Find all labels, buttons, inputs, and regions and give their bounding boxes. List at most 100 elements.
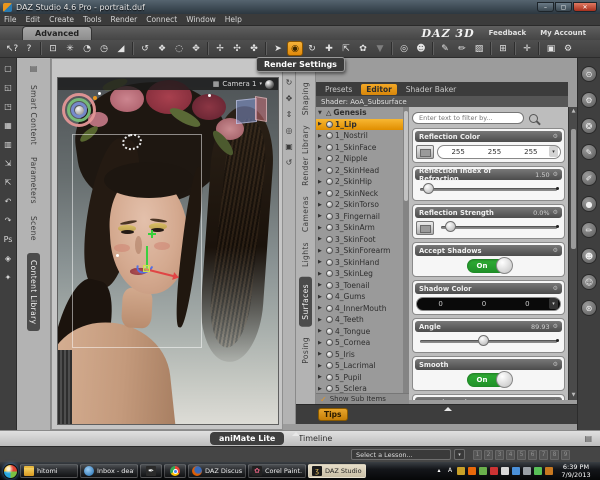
save-as-icon[interactable]: ▥ xyxy=(4,140,12,150)
content-gears-icon[interactable]: ❂ xyxy=(581,118,597,134)
lesson-2[interactable]: 2 xyxy=(484,449,493,460)
panel-options-icon[interactable]: ▤ xyxy=(584,434,592,443)
primitive-icon[interactable]: ◈ xyxy=(5,254,11,264)
tree-item-3-toenail[interactable]: ▶ 3_Toenail xyxy=(316,280,403,292)
taskbar-clock[interactable]: 6:39 PM 7/9/2013 xyxy=(555,463,597,479)
orbit-view-icon[interactable]: ↻ xyxy=(286,78,293,87)
tray-icon-8[interactable] xyxy=(512,467,520,475)
taskbar-firefox[interactable]: DAZ Discus... xyxy=(188,464,246,478)
tree-item-4-tongue[interactable]: ▶ 4_Tongue xyxy=(316,326,403,338)
undo-icon[interactable]: ↶ xyxy=(5,197,12,207)
paint-dab-icon[interactable]: ● xyxy=(581,196,597,212)
translate-tool-icon[interactable]: ✚ xyxy=(321,41,337,56)
taskbar-quill[interactable]: ✒ xyxy=(140,464,162,478)
prop-header[interactable]: Accept Shadows ⚙ xyxy=(415,245,562,256)
surfaces-tab-editor[interactable]: Editor xyxy=(361,83,397,95)
node-list-icon[interactable]: ✢ xyxy=(212,41,228,56)
node-plus-icon[interactable]: ✤ xyxy=(246,41,262,56)
slider-thumb[interactable] xyxy=(478,335,490,346)
whats-this-icon[interactable]: ? xyxy=(21,41,37,56)
tree-item-1-lip[interactable]: ▶ 1_Lip xyxy=(316,118,403,130)
menu-help[interactable]: Help xyxy=(225,15,242,24)
lesson-3[interactable]: 3 xyxy=(495,449,504,460)
hand-select-icon[interactable]: ✥ xyxy=(188,41,204,56)
dock-tab-content-library[interactable]: Content Library xyxy=(27,252,40,332)
menu-connect[interactable]: Connect xyxy=(146,15,177,24)
menu-create[interactable]: Create xyxy=(49,15,74,24)
lesson-8[interactable]: 8 xyxy=(550,449,559,460)
edit-note-icon[interactable]: ✎ xyxy=(581,144,597,160)
start-button[interactable] xyxy=(3,463,18,479)
aux-viewport-icon[interactable]: ◔ xyxy=(79,41,95,56)
node-cube-icon[interactable]: ❖ xyxy=(154,41,170,56)
view-tool-icon[interactable]: ◎ xyxy=(396,41,412,56)
import-icon[interactable]: ⇲ xyxy=(5,159,12,169)
rotate-tool-icon[interactable]: ↻ xyxy=(304,41,320,56)
taskbar-daz[interactable]: ʒDAZ Studio... xyxy=(308,464,366,478)
tab-advanced[interactable]: Advanced xyxy=(22,26,93,40)
menu-edit[interactable]: Edit xyxy=(26,15,41,24)
node-edit-tool-icon[interactable]: ✿ xyxy=(355,41,371,56)
pose-head-icon[interactable]: ☺ xyxy=(581,274,597,290)
tree-item-4-gums[interactable]: ▶ 4_Gums xyxy=(316,291,403,303)
surfaces-tab-shader-baker[interactable]: Shader Baker xyxy=(401,84,461,95)
prop-header[interactable]: Reflection Strength 0.0% ⚙ xyxy=(415,207,562,218)
scale-tool-icon[interactable]: ⇱ xyxy=(338,41,354,56)
dock-tab-cameras[interactable]: Cameras xyxy=(301,196,310,232)
save-icon[interactable]: ▦ xyxy=(4,121,12,131)
taskbar-chrome[interactable] xyxy=(164,464,186,478)
surfaces-tab-presets[interactable]: Presets xyxy=(320,84,357,95)
prop-header[interactable]: Reflection Index of Refraction 1.50 ⚙ xyxy=(415,167,562,183)
lesson-1[interactable]: 1 xyxy=(473,449,482,460)
web-globe-icon[interactable]: ⊛ xyxy=(581,300,597,316)
lesson-6[interactable]: 6 xyxy=(528,449,537,460)
smooth-shade-icon[interactable]: ✦ xyxy=(5,273,12,283)
context-help-icon[interactable]: ↖? xyxy=(4,41,20,56)
powerpose-icon[interactable]: ✎ xyxy=(437,41,453,56)
gizmo-center-handle[interactable] xyxy=(143,265,150,272)
tree-item-5-sclera[interactable]: ▶ 5_Sclera xyxy=(316,383,403,393)
camera-caret-icon[interactable]: ▾ xyxy=(259,81,262,87)
filter-input[interactable] xyxy=(412,112,524,124)
color-swatch[interactable] xyxy=(416,144,434,159)
tree-item-2-skinneck[interactable]: ▶ 2_SkinNeck xyxy=(316,188,403,200)
lesson-caret-icon[interactable]: ▾ xyxy=(454,449,465,460)
tips-button[interactable]: Tips xyxy=(318,408,348,421)
marquee-select-icon[interactable]: ◌ xyxy=(171,41,187,56)
tray-icon-4[interactable] xyxy=(468,467,476,475)
camera-icon[interactable]: ▣ xyxy=(543,41,559,56)
tree-item-5-cornea[interactable]: ▶ 5_Cornea xyxy=(316,337,403,349)
new-file-icon[interactable]: ▢ xyxy=(4,64,12,74)
export-icon[interactable]: ⇱ xyxy=(5,178,12,188)
slider-thumb[interactable] xyxy=(445,221,457,232)
draw-style-ball-icon[interactable] xyxy=(265,79,274,89)
tab-timeline[interactable]: Timeline xyxy=(298,434,332,443)
spotlight-icon[interactable]: ◢ xyxy=(113,41,129,56)
camera-grid-icon[interactable]: ▦ xyxy=(213,80,220,88)
caret-down-icon[interactable]: ▾ xyxy=(548,146,558,157)
tree-item-2-skinhead[interactable]: ▶ 2_SkinHead xyxy=(316,165,403,177)
lesson-dropdown[interactable]: Select a Lesson... xyxy=(351,449,451,460)
merge-file-icon[interactable]: ◳ xyxy=(4,102,12,112)
brush-icon[interactable]: ✏ xyxy=(581,222,597,238)
splitter-arrow-icon[interactable] xyxy=(444,407,452,411)
rgb-bar[interactable]: 255 255 255 ▾ xyxy=(437,144,561,159)
slider-track[interactable] xyxy=(420,183,559,194)
zoom-view-icon[interactable]: ◎ xyxy=(286,126,293,135)
splitter-arrow-icon[interactable] xyxy=(292,432,300,436)
tree-item-5-lacrimal[interactable]: ▶ 5_Lacrimal xyxy=(316,360,403,372)
taskbar-corel[interactable]: ✿Corel Paint... xyxy=(248,464,306,478)
tree-item-2-nipple[interactable]: ▶ 2_Nipple xyxy=(316,153,403,165)
color-picker-tool-icon[interactable]: ▼ xyxy=(372,41,388,56)
tree-item-4-teeth[interactable]: ▶ 4_Teeth xyxy=(316,314,403,326)
prop-header[interactable]: Reflection Color ⚙ xyxy=(415,131,562,142)
slider-track[interactable] xyxy=(420,335,559,346)
my-account-link[interactable]: My Account xyxy=(540,29,586,37)
tray-icon-2[interactable]: A xyxy=(446,467,454,475)
tree-item-3-skinarm[interactable]: ▶ 3_SkinArm xyxy=(316,222,403,234)
light-pin-icon[interactable]: ✛ xyxy=(519,41,535,56)
dock-tab-scene[interactable]: Scene xyxy=(29,216,38,241)
toggle-knob[interactable] xyxy=(495,370,513,388)
slider-thumb[interactable] xyxy=(423,183,435,194)
tray-icon-3[interactable] xyxy=(457,467,465,475)
